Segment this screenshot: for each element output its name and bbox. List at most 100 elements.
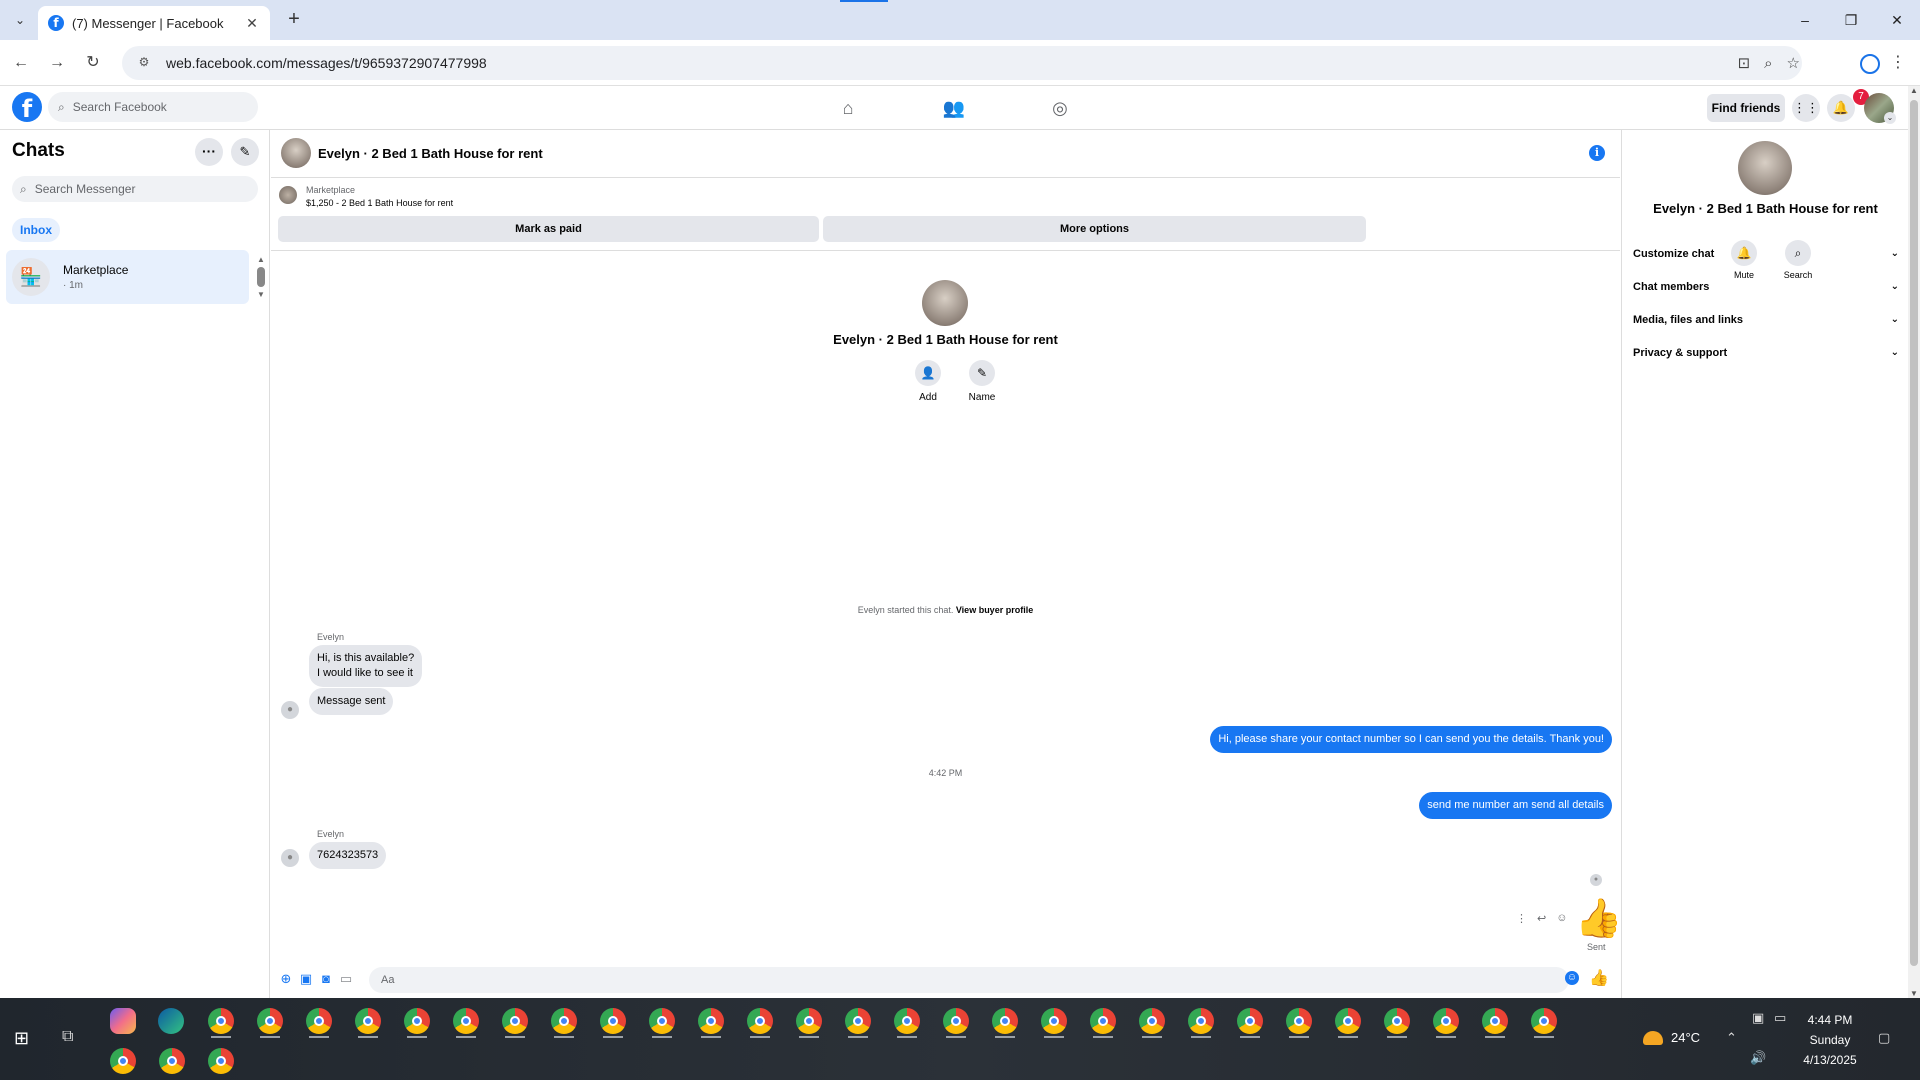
chrome-window-icon[interactable] [1286, 1008, 1312, 1034]
chrome-window-icon[interactable] [845, 1008, 871, 1034]
info-avatar[interactable] [1738, 141, 1792, 195]
notifications-center-icon[interactable]: ▢ [1878, 1030, 1890, 1046]
page-scroll-thumb[interactable] [1910, 100, 1918, 966]
plus-actions-icon[interactable]: ⊕ [277, 970, 295, 988]
show-hidden-icons-chevron-up-icon[interactable]: ⌃ [1726, 1030, 1737, 1046]
find-friends-button[interactable]: Find friends [1707, 94, 1785, 122]
chrome-window-icon[interactable] [551, 1008, 577, 1034]
more-vertical-icon[interactable]: ⋮ [1516, 912, 1527, 925]
reply-icon[interactable]: ↩ [1537, 912, 1546, 925]
customize-chat-row[interactable]: Customize chat ⌄ [1633, 240, 1899, 268]
network-icon[interactable]: ▭ [1774, 1010, 1786, 1026]
edit-name-button[interactable]: ✎ Name [957, 360, 1007, 403]
chrome-window-icon[interactable] [257, 1008, 283, 1034]
copilot-icon[interactable] [110, 1008, 136, 1034]
chrome-window-icon[interactable] [698, 1008, 724, 1034]
chrome-window-icon[interactable] [208, 1048, 234, 1074]
notifications-bell-icon[interactable]: 🔔 [1827, 94, 1855, 122]
chat-list-item[interactable]: 🏪 Marketplace · 1m [6, 250, 249, 304]
chrome-window-icon[interactable] [1237, 1008, 1263, 1034]
conversation-title[interactable]: Evelyn · 2 Bed 1 Bath House for rent [318, 146, 543, 161]
windows-start-icon[interactable]: ⊞ [14, 1028, 29, 1049]
chrome-window-icon[interactable] [355, 1008, 381, 1034]
chat-members-row[interactable]: Chat members ⌄ [1633, 273, 1899, 301]
chrome-window-icon[interactable] [600, 1008, 626, 1034]
chrome-window-icon[interactable] [1090, 1008, 1116, 1034]
browser-profile-icon[interactable] [1860, 54, 1880, 74]
home-icon[interactable]: ⌂ [830, 92, 866, 124]
chrome-window-icon[interactable] [159, 1048, 185, 1074]
zoom-icon[interactable]: ⌕ [1764, 55, 1772, 72]
tab-close-icon[interactable]: ✕ [244, 15, 260, 32]
facebook-logo-icon[interactable]: f [12, 92, 42, 123]
add-people-button[interactable]: 👤 Add [903, 360, 953, 403]
chrome-window-icon[interactable] [1384, 1008, 1410, 1034]
chrome-window-icon[interactable] [1482, 1008, 1508, 1034]
incoming-message[interactable]: Message sent [309, 688, 394, 715]
menu-grid-icon[interactable]: ⋮⋮ [1792, 94, 1820, 122]
chrome-window-icon[interactable] [404, 1008, 430, 1034]
volume-icon[interactable]: 🔊 [1750, 1050, 1766, 1066]
reload-icon[interactable]: ↻ [82, 52, 104, 74]
groups-icon[interactable]: ◎ [1042, 92, 1078, 124]
outgoing-message[interactable]: send me number am send all details [1419, 792, 1612, 819]
more-options-button[interactable]: More options [823, 216, 1366, 242]
new-message-compose-icon[interactable]: ✎ [231, 138, 259, 166]
close-window-button[interactable]: ✕ [1874, 0, 1920, 40]
url-field[interactable]: ⚙ web.facebook.com/messages/t/9659372907… [122, 46, 1802, 80]
conversation-info-icon[interactable]: i [1589, 145, 1605, 161]
inbox-tab[interactable]: Inbox [12, 218, 60, 242]
chrome-window-icon[interactable] [1139, 1008, 1165, 1034]
install-app-icon[interactable]: ⊡ [1738, 54, 1751, 72]
message-input[interactable]: Aa [369, 967, 1569, 993]
new-tab-button[interactable]: + [282, 8, 306, 32]
scroll-down-icon[interactable]: ▼ [1908, 989, 1920, 998]
browser-menu-icon[interactable]: ⋮ [1890, 52, 1906, 72]
outgoing-message[interactable]: Hi, please share your contact number so … [1210, 726, 1612, 753]
profile-chevron-down-icon[interactable]: ⌄ [1884, 112, 1896, 124]
scroll-up-icon[interactable]: ▲ [256, 255, 266, 264]
chrome-window-icon[interactable] [1531, 1008, 1557, 1034]
minimize-button[interactable]: – [1782, 0, 1828, 40]
emoji-icon[interactable]: ☺ [1565, 971, 1579, 985]
chrome-window-icon[interactable] [453, 1008, 479, 1034]
mark-as-paid-button[interactable]: Mark as paid [278, 216, 819, 242]
tab-search-chevron-icon[interactable]: ⌄ [8, 8, 32, 32]
chrome-window-icon[interactable] [1188, 1008, 1214, 1034]
chrome-window-icon[interactable] [208, 1008, 234, 1034]
chrome-window-icon[interactable] [306, 1008, 332, 1034]
incoming-message[interactable]: Hi, is this available? I would like to s… [309, 645, 423, 687]
chrome-window-icon[interactable] [943, 1008, 969, 1034]
listing-price[interactable]: $1,250 - 2 Bed 1 Bath House for rent [306, 198, 453, 208]
chats-more-options-button[interactable]: ··· [195, 138, 223, 166]
view-buyer-profile-link[interactable]: View buyer profile [956, 605, 1033, 615]
listing-thumbnail[interactable] [279, 186, 297, 204]
react-emoji-icon[interactable]: ☺ [1556, 912, 1567, 925]
messenger-search-input[interactable]: ⌕ Search Messenger [12, 176, 258, 202]
weather-widget[interactable]: 24°C [1643, 1030, 1700, 1045]
chrome-window-icon[interactable] [649, 1008, 675, 1034]
meet-now-icon[interactable]: ▣ [1752, 1010, 1764, 1026]
restore-button[interactable]: ❐ [1828, 0, 1874, 40]
site-info-icon[interactable]: ⚙ [136, 55, 152, 71]
edge-browser-icon[interactable] [158, 1008, 184, 1034]
scroll-down-icon[interactable]: ▼ [256, 290, 266, 299]
thumbs-up-sticker-icon[interactable]: 👍 [1575, 897, 1622, 941]
send-like-icon[interactable]: 👍 [1589, 968, 1609, 988]
sticker-icon[interactable]: ◙ [317, 970, 335, 988]
gif-icon[interactable]: ▭ [337, 970, 355, 988]
scroll-up-icon[interactable]: ▲ [1908, 86, 1920, 95]
chrome-window-icon[interactable] [894, 1008, 920, 1034]
page-scrollbar[interactable]: ▲ ▼ [1908, 86, 1920, 998]
attach-image-icon[interactable]: ▣ [297, 970, 315, 988]
facebook-search-input[interactable]: ⌕ Search Facebook [48, 92, 258, 122]
chrome-window-icon[interactable] [1041, 1008, 1067, 1034]
media-files-links-row[interactable]: Media, files and links ⌄ [1633, 306, 1899, 334]
friends-icon[interactable]: 👥 [936, 92, 972, 124]
chrome-window-icon[interactable] [747, 1008, 773, 1034]
chrome-window-icon[interactable] [992, 1008, 1018, 1034]
sender-avatar[interactable]: ● [281, 849, 299, 867]
incoming-message[interactable]: 7624323573 [309, 842, 387, 869]
bookmark-star-icon[interactable]: ☆ [1787, 54, 1800, 72]
task-view-icon[interactable]: ⧉ [62, 1028, 73, 1046]
